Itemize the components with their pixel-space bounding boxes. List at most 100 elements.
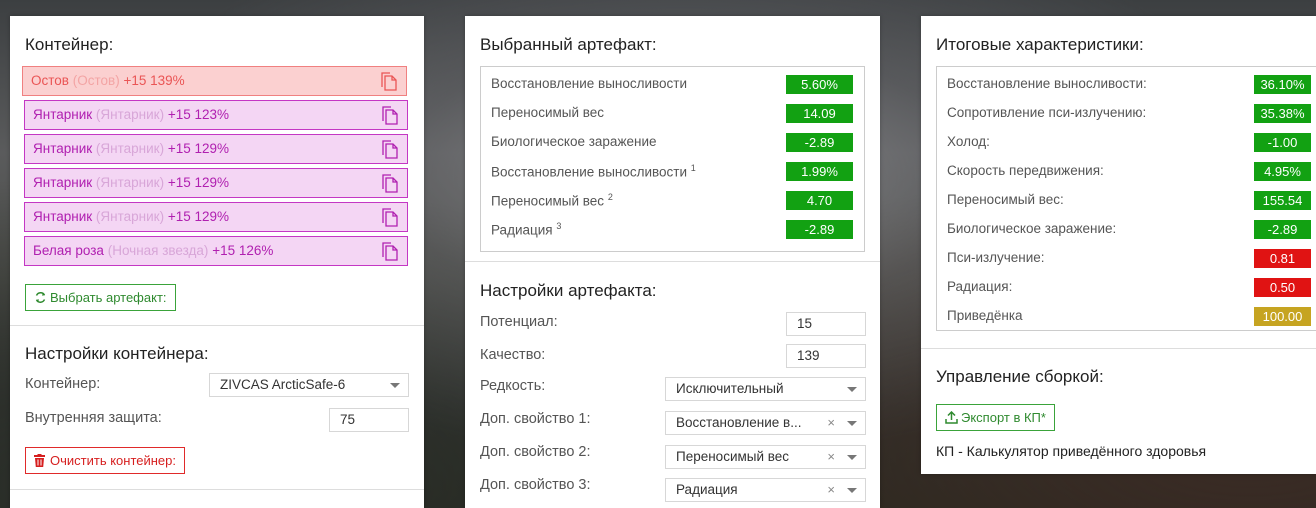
potential-input[interactable]: 15 [786, 312, 866, 336]
potential-value: 15 [797, 316, 813, 331]
total-stat-value: 100.00 [1254, 307, 1311, 326]
container-item[interactable]: Янтарник (Янтарник) +15 129% [24, 168, 408, 198]
item-detail: +15 139% [123, 73, 185, 88]
divider [10, 489, 424, 490]
extra3-select[interactable]: Радиация × [665, 478, 866, 502]
total-stat-value: 35.38% [1254, 104, 1311, 123]
container-item[interactable]: Остов (Остов) +15 139% [22, 66, 407, 96]
clear-icon[interactable]: × [827, 446, 835, 468]
extra1-select[interactable]: Восстановление в... × [665, 411, 866, 435]
total-stat-value: -1.00 [1254, 133, 1311, 152]
rarity-select[interactable]: Исключительный [665, 377, 866, 401]
totals-title: Итоговые характеристики: [936, 35, 1144, 54]
artifact-stat-label: Переносимый вес 2 [491, 192, 613, 209]
item-original: (Янтарник) [95, 141, 165, 156]
stat-label-text: Восстановление выносливости [491, 76, 688, 91]
artifact-panel: Выбранный артефакт: Восстановление вынос… [465, 16, 880, 508]
item-name: Янтарник [33, 175, 93, 190]
stat-footnote-mark: 1 [690, 163, 696, 173]
container-panel: Контейнер: Остов (Остов) +15 139% Янтарни… [10, 16, 424, 508]
item-name: Остов [31, 73, 69, 88]
copy-icon[interactable] [381, 174, 399, 193]
totals-stats: Восстановление выносливости: 36.10% Сопрот… [936, 66, 1316, 331]
chevron-down-icon [390, 383, 400, 388]
copy-icon[interactable] [381, 140, 399, 159]
stat-label-text: Переносимый вес [491, 105, 605, 120]
total-stat-value: 155.54 [1254, 191, 1311, 210]
extra3-label: Доп. свойство 3: [480, 477, 591, 493]
quality-label: Качество: [480, 347, 546, 363]
total-stat-label: Скорость передвижения: [947, 163, 1104, 178]
artifact-stat-label: Восстановление выносливости [491, 76, 687, 91]
container-item[interactable]: Белая роза (Ночная звезда) +15 126% [24, 236, 408, 266]
refresh-icon [35, 292, 46, 303]
item-detail: +15 129% [167, 209, 230, 224]
artifact-stat-value: 1.99% [786, 162, 853, 181]
chevron-down-icon [847, 421, 857, 426]
total-stat-label: Приведёнка [947, 308, 1023, 323]
footnote: КП - Калькулятор приведённого здоровья [936, 443, 1207, 459]
export-label: Экспорт в КП* [961, 410, 1046, 425]
item-original: (Янтарник) [95, 107, 165, 122]
export-button[interactable]: Экспорт в КП* [936, 404, 1055, 431]
item-detail: +15 123% [167, 107, 230, 122]
chevron-down-icon [847, 488, 857, 493]
item-name: Белая роза [33, 243, 104, 258]
stat-label-text: Радиация [491, 222, 553, 238]
extra1-value: Восстановление в... [676, 415, 802, 430]
potential-label: Потенциал: [480, 314, 558, 330]
stat-label-text: Восстановление выносливости [491, 164, 688, 180]
quality-input[interactable]: 139 [786, 344, 866, 368]
choose-artifact-button[interactable]: Выбрать артефакт: [25, 284, 176, 311]
artifact-stat-label: Радиация 3 [491, 221, 561, 238]
manage-title: Управление сборкой: [936, 367, 1104, 386]
item-detail: +15 129% [167, 175, 230, 190]
total-stat-label: Радиация: [947, 279, 1013, 294]
artifact-stat-label: Биологическое заражение [491, 134, 657, 149]
artifact-stat-value: 5.60% [786, 75, 853, 94]
item-name: Янтарник [33, 141, 93, 156]
artifact-stats: Восстановление выносливости 5.60% Переноси… [480, 66, 865, 252]
total-stat-label: Биологическое заражение: [947, 221, 1117, 236]
artifact-stat-label: Переносимый вес [491, 105, 604, 120]
clear-icon[interactable]: × [827, 479, 835, 501]
rarity-value: Исключительный [676, 381, 784, 396]
copy-icon[interactable] [380, 72, 398, 91]
total-stat-label: Холод: [947, 134, 990, 149]
extra3-value: Радиация [676, 482, 738, 497]
total-stat-value: 0.50 [1254, 278, 1311, 297]
trash-icon [34, 454, 45, 467]
clear-icon[interactable]: × [827, 412, 835, 434]
container-item[interactable]: Янтарник (Янтарник) +15 129% [24, 202, 408, 232]
artifact-stat-value: -2.89 [786, 133, 853, 152]
divider [10, 325, 424, 326]
stat-label-text: Переносимый вес [491, 193, 605, 209]
extra2-select[interactable]: Переносимый вес × [665, 445, 866, 469]
container-select[interactable]: ZIVCAS ArcticSafe-6 [209, 373, 409, 397]
container-item[interactable]: Янтарник (Янтарник) +15 123% [24, 100, 408, 130]
copy-icon[interactable] [381, 208, 399, 227]
total-stat-label: Переносимый вес: [947, 192, 1064, 207]
copy-icon[interactable] [381, 242, 399, 261]
item-detail: +15 129% [167, 141, 230, 156]
total-stat-value: -2.89 [1254, 220, 1311, 239]
rarity-label: Редкость: [480, 378, 546, 394]
chevron-down-icon [847, 387, 857, 392]
copy-icon[interactable] [381, 106, 399, 125]
item-detail: +15 126% [212, 243, 274, 258]
extra2-label: Доп. свойство 2: [480, 444, 591, 460]
clear-container-button[interactable]: Очистить контейнер: [25, 447, 185, 474]
total-stat-value: 0.81 [1254, 249, 1311, 268]
protection-label: Внутренняя защита: [25, 410, 162, 426]
stat-footnote-mark: 2 [607, 192, 613, 202]
divider [465, 261, 880, 262]
protection-input[interactable]: 75 [329, 408, 409, 432]
container-item[interactable]: Янтарник (Янтарник) +15 129% [24, 134, 408, 164]
artifact-stat-value: 14.09 [786, 104, 853, 123]
item-name: Янтарник [33, 107, 93, 122]
extra1-label: Доп. свойство 1: [480, 411, 591, 427]
total-stat-label: Восстановление выносливости: [947, 76, 1147, 91]
quality-value: 139 [797, 348, 820, 363]
artifact-title: Выбранный артефакт: [480, 35, 657, 54]
container-settings-title: Настройки контейнера: [25, 344, 209, 363]
